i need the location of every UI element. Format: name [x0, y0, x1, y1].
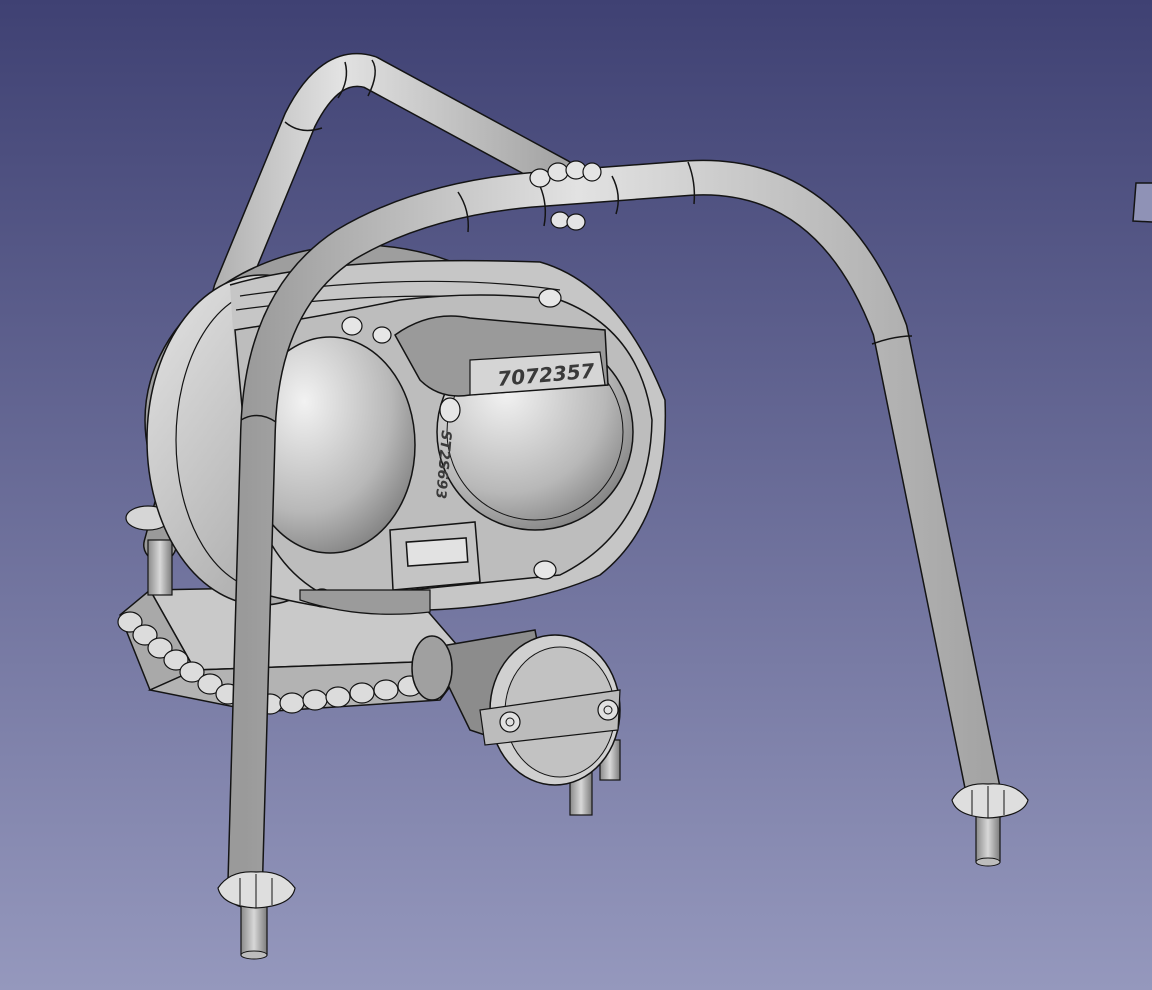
- offscreen-object-edge: [1132, 182, 1152, 223]
- label-window: [405, 537, 469, 567]
- 3d-viewport[interactable]: 7072357 ST2S693: [0, 0, 1152, 990]
- dual-headlight-housing: 7072357 ST2S693: [144, 244, 667, 615]
- scene-svg[interactable]: 7072357 ST2S693: [0, 0, 1152, 990]
